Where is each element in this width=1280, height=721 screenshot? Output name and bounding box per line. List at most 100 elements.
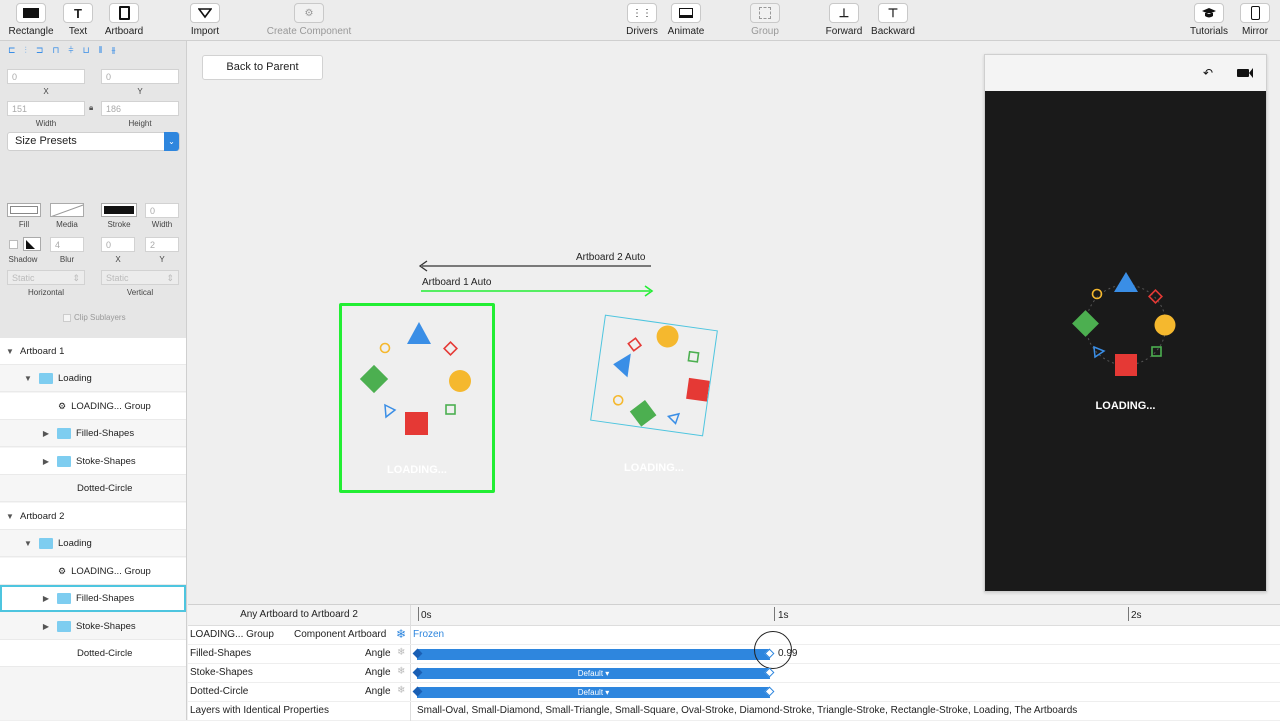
stroke-swatch[interactable]	[101, 203, 137, 217]
size-presets-select[interactable]: Size Presets ⌄	[7, 132, 180, 151]
frozen-value[interactable]: Frozen	[413, 629, 444, 640]
layer-loading-1[interactable]: ▼ Loading	[0, 365, 186, 392]
device-preview[interactable]: ↶ LOADING...	[984, 54, 1267, 592]
transition-name[interactable]: Any Artboard to Artboard 2	[188, 609, 410, 620]
disclosure-down-icon[interactable]: ▼	[4, 512, 16, 521]
layer-filled-shapes-1[interactable]: ▶ Filled-Shapes	[0, 420, 186, 447]
height-field[interactable]: 186	[101, 101, 179, 116]
toolbar: Rectangle T Text Artboard Import ⚙ Creat…	[0, 0, 1280, 41]
snowflake-icon[interactable]: ❄	[397, 666, 405, 677]
artboard-2[interactable]	[590, 314, 718, 437]
mirror-device-icon	[1240, 3, 1270, 23]
shadow-y-field[interactable]: 2	[145, 237, 179, 252]
align-middle-icon[interactable]: ⫩	[68, 45, 73, 57]
vertical-select[interactable]: Static ⇕	[101, 270, 179, 285]
snowflake-icon[interactable]: ❄	[396, 627, 406, 641]
timeline-row-stoke-shapes[interactable]: Stoke-Shapes Angle ❄ Default ▾	[188, 664, 1280, 683]
tick-mark	[418, 607, 419, 621]
disclosure-right-icon[interactable]: ▶	[40, 457, 52, 466]
tick-1s: 1s	[778, 610, 789, 621]
media-label: Media	[56, 220, 78, 229]
align-right-icon[interactable]: ⊐	[36, 45, 44, 57]
tutorials-button[interactable]: Tutorials	[1187, 3, 1231, 37]
disclosure-down-icon[interactable]: ▼	[22, 539, 34, 548]
layer-filled-shapes-2[interactable]: ▶ Filled-Shapes	[0, 585, 186, 612]
folder-icon	[57, 427, 71, 439]
artboard-tool[interactable]: Artboard	[101, 3, 147, 37]
tick-mark	[1128, 607, 1129, 621]
create-component-label: Create Component	[266, 26, 352, 37]
square-shape	[1115, 354, 1137, 376]
align-bottom-icon[interactable]: ⊔	[83, 45, 90, 57]
distribute-v-icon[interactable]: ⫵	[111, 45, 115, 57]
group-button[interactable]: Group	[748, 3, 782, 37]
animate-button[interactable]: Animate	[666, 3, 706, 37]
layer-label: Loading	[58, 372, 92, 384]
timeline-row-dotted-circle[interactable]: Dotted-Circle Angle ❄ Default ▾	[188, 683, 1280, 702]
layer-stoke-shapes-1[interactable]: ▶ Stoke-Shapes	[0, 448, 186, 475]
shadow-label: Shadow	[8, 255, 38, 264]
disclosure-down-icon[interactable]: ▼	[4, 347, 16, 356]
refresh-icon[interactable]: ↶	[1203, 66, 1213, 80]
text-tool[interactable]: T Text	[63, 3, 93, 37]
timeline-header: Any Artboard to Artboard 2 0s 1s 2s	[188, 605, 1280, 721]
layer-artboard2[interactable]: ▼ Artboard 2	[0, 503, 186, 530]
group-label: Group	[751, 26, 779, 37]
shadow-swatch[interactable]	[23, 237, 41, 251]
disclosure-right-icon[interactable]: ▶	[40, 429, 52, 438]
disclosure-right-icon[interactable]: ▶	[40, 622, 52, 631]
video-camera-icon[interactable]	[1237, 69, 1249, 77]
lock-icon[interactable]: 🔒︎	[89, 103, 93, 113]
animate-icon	[671, 3, 701, 23]
shadow-checkbox[interactable]	[9, 240, 18, 249]
stroke-width-field[interactable]: 0	[145, 203, 179, 218]
layer-loading-group-2[interactable]: ⚙ LOADING... Group	[0, 558, 186, 585]
align-top-icon[interactable]: ⊓	[52, 45, 59, 57]
drivers-button[interactable]: ⋮⋮ Drivers	[624, 3, 660, 37]
alignment-icons: ⊏ ⫶ ⊐ ⊓ ⫩ ⊔ ⫴ ⫵	[8, 45, 180, 57]
curve-select[interactable]: Default ▾	[578, 669, 610, 678]
keyframe-bar[interactable]: Default ▾	[417, 668, 770, 679]
rectangle-label: Rectangle	[8, 26, 54, 37]
timeline-row-filled-shapes[interactable]: Filled-Shapes Angle ❄ 0.99	[188, 631, 1280, 669]
media-swatch[interactable]	[50, 203, 84, 217]
snowflake-icon[interactable]: ❄	[397, 685, 405, 696]
import-button[interactable]: Import	[187, 3, 223, 37]
keyframe-bar[interactable]: Default ▾	[417, 687, 770, 698]
disclosure-down-icon[interactable]: ▼	[22, 374, 34, 383]
clip-sublayers-checkbox[interactable]: Clip Sublayers	[63, 313, 126, 322]
blur-field[interactable]: 4	[50, 237, 84, 252]
snowflake-icon[interactable]: ❄	[397, 647, 405, 658]
timeline-row-loading-group[interactable]: LOADING... Group Component Artboard ❄ Fr…	[188, 626, 1280, 645]
text-icon: T	[63, 3, 93, 23]
tick-0s: 0s	[421, 610, 432, 621]
rectangle-tool[interactable]: Rectangle	[6, 3, 56, 37]
layer-loading-2[interactable]: ▼ Loading	[0, 530, 186, 557]
fill-swatch[interactable]	[7, 203, 41, 217]
align-center-h-icon[interactable]: ⫶	[25, 45, 27, 57]
curve-select[interactable]: Default ▾	[578, 688, 610, 697]
horizontal-select[interactable]: Static ⇕	[7, 270, 85, 285]
layer-label: LOADING... Group	[71, 565, 151, 577]
align-left-icon[interactable]: ⊏	[8, 45, 16, 57]
stroke-label: Stroke	[107, 220, 131, 229]
diamond-shape	[629, 400, 657, 427]
layer-loading-group-1[interactable]: ⚙ LOADING... Group	[0, 393, 186, 420]
layer-stoke-shapes-2[interactable]: ▶ Stoke-Shapes	[0, 613, 186, 640]
shadow-x-field[interactable]: 0	[101, 237, 135, 252]
layer-artboard1[interactable]: ▼ Artboard 1	[0, 338, 186, 365]
backward-button[interactable]: ⊤ Backward	[869, 3, 917, 37]
forward-button[interactable]: ⊥ Forward	[824, 3, 864, 37]
y-field[interactable]: 0	[101, 69, 179, 84]
layer-dotted-circle-2[interactable]: Dotted-Circle	[0, 640, 186, 667]
x-field[interactable]: 0	[7, 69, 85, 84]
artboard-1[interactable]: LOADING...	[339, 303, 495, 493]
mirror-button[interactable]: Mirror	[1237, 3, 1273, 37]
create-component-button[interactable]: ⚙ Create Component	[262, 3, 356, 37]
diamond-shape	[1072, 310, 1099, 337]
layer-dotted-circle-1[interactable]: Dotted-Circle	[0, 475, 186, 502]
distribute-h-icon[interactable]: ⫴	[99, 45, 103, 57]
disclosure-right-icon[interactable]: ▶	[40, 594, 52, 603]
keyframe-bar[interactable]	[417, 649, 770, 660]
width-field[interactable]: 151	[7, 101, 85, 116]
